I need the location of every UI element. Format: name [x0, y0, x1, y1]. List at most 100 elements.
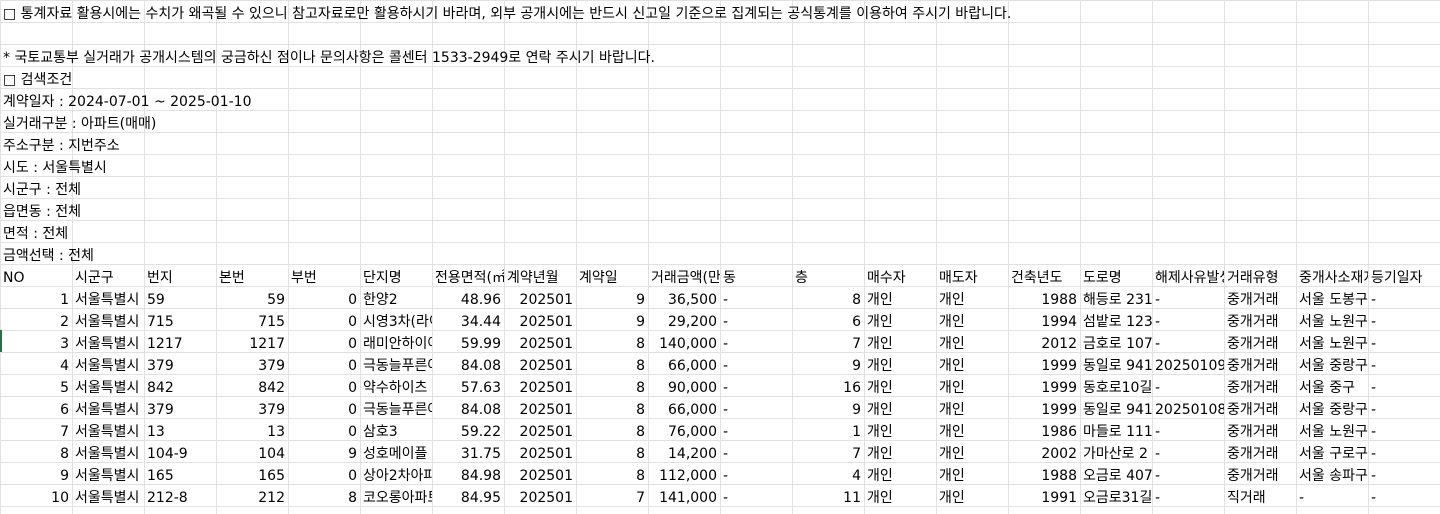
cell-deal-type[interactable]: 중개거래 — [1224, 333, 1296, 355]
cell-bubun[interactable]: 0 — [288, 355, 360, 377]
cell-floor[interactable]: 4 — [792, 465, 864, 487]
cell-complex[interactable]: 한양2 — [360, 289, 432, 311]
cell-cancel-date[interactable]: - — [1152, 311, 1224, 333]
cell-deal-type[interactable]: 중개거래 — [1224, 465, 1296, 487]
notice-line-2[interactable]: * 국토교통부 실거래가 공개시스템의 궁금하신 점이나 문의사항은 콜센터 1… — [0, 47, 658, 69]
cell-seller[interactable]: 개인 — [936, 487, 1008, 509]
cell-buyer[interactable]: 개인 — [864, 333, 936, 355]
cell-floor[interactable]: 9 — [792, 399, 864, 421]
cell-price[interactable]: 66,000 — [648, 355, 720, 377]
cell-build-year[interactable]: 1988 — [1008, 465, 1080, 487]
cell-cancel-date[interactable]: - — [1152, 487, 1224, 509]
cell-sigungu[interactable]: 서울특별시 송파구 — [72, 465, 144, 487]
cell-registration-date[interactable]: - — [1368, 487, 1440, 509]
condition-amount[interactable]: 금액선택 : 전체 — [0, 245, 97, 267]
cell-price[interactable]: 29,200 — [648, 311, 720, 333]
cell-no[interactable]: 1 — [0, 289, 72, 311]
cell-road[interactable]: 동일로 941 — [1080, 399, 1152, 421]
cell-floor[interactable]: 7 — [792, 333, 864, 355]
cell-cancel-date[interactable]: - — [1152, 443, 1224, 465]
cell-registration-date[interactable]: - — [1368, 311, 1440, 333]
cell-build-year[interactable]: 1999 — [1008, 399, 1080, 421]
cell-area[interactable]: 84.08 — [432, 399, 504, 421]
header-agent-location[interactable]: 중개사소재지 — [1296, 267, 1368, 289]
cell-bonbun[interactable]: 165 — [216, 465, 288, 487]
header-dong[interactable]: 동 — [720, 267, 792, 289]
cell-bonbun[interactable]: 13 — [216, 421, 288, 443]
cell-floor[interactable]: 1 — [792, 421, 864, 443]
cell-agent-location[interactable]: 서울 중구 — [1296, 377, 1368, 399]
cell-agent-location[interactable]: 서울 구로구 — [1296, 443, 1368, 465]
cell-area[interactable]: 84.98 — [432, 465, 504, 487]
cell-agent-location[interactable]: 서울 노원구 — [1296, 421, 1368, 443]
cell-road[interactable]: 가마산로 2 — [1080, 443, 1152, 465]
cell-bubun[interactable]: 0 — [288, 377, 360, 399]
header-seller[interactable]: 매도자 — [936, 267, 1008, 289]
cell-complex[interactable]: 극동늘푸른아파트 — [360, 355, 432, 377]
condition-deal-type[interactable]: 실거래구분 : 아파트(매매) — [0, 113, 159, 135]
conditions-title[interactable]: □ 검색조건 — [0, 69, 75, 91]
cell-contract-day[interactable]: 8 — [576, 443, 648, 465]
cell-agent-location[interactable]: - — [1296, 487, 1368, 509]
cell-price[interactable]: 141,000 — [648, 487, 720, 509]
cell-floor[interactable]: 11 — [792, 487, 864, 509]
cell-price[interactable]: 112,000 — [648, 465, 720, 487]
cell-deal-type[interactable]: 중개거래 — [1224, 377, 1296, 399]
cell-bonbun[interactable]: 379 — [216, 399, 288, 421]
cell-area[interactable]: 34.44 — [432, 311, 504, 333]
cell-road[interactable]: 섬밭로 123 — [1080, 311, 1152, 333]
cell-seller[interactable]: 개인 — [936, 399, 1008, 421]
cell-no[interactable]: 9 — [0, 465, 72, 487]
condition-contract-date[interactable]: 계약일자 : 2024-07-01 ~ 2025-01-10 — [0, 91, 255, 113]
cell-build-year[interactable]: 2012 — [1008, 333, 1080, 355]
cell-buyer[interactable]: 개인 — [864, 399, 936, 421]
cell-complex[interactable]: 시영3차(라이프) — [360, 311, 432, 333]
cell-road[interactable]: 오금로 407 — [1080, 465, 1152, 487]
cell-registration-date[interactable]: - — [1368, 443, 1440, 465]
cell-sigungu[interactable]: 서울특별시 노원구 — [72, 333, 144, 355]
cell-bonbun[interactable]: 1217 — [216, 333, 288, 355]
cell-contract-day[interactable]: 8 — [576, 399, 648, 421]
cell-seller[interactable]: 개인 — [936, 311, 1008, 333]
cell-deal-type[interactable]: 중개거래 — [1224, 443, 1296, 465]
cell-registration-date[interactable]: - — [1368, 355, 1440, 377]
cell-dong[interactable]: - — [720, 465, 792, 487]
cell-dong[interactable]: - — [720, 311, 792, 333]
cell-build-year[interactable]: 1988 — [1008, 289, 1080, 311]
cell-price[interactable]: 76,000 — [648, 421, 720, 443]
cell-sigungu[interactable]: 서울특별시 중랑구 — [72, 355, 144, 377]
cell-bunji[interactable]: 212-8 — [144, 487, 216, 509]
cell-area[interactable]: 31.75 — [432, 443, 504, 465]
cell-bunji[interactable]: 715 — [144, 311, 216, 333]
cell-seller[interactable]: 개인 — [936, 333, 1008, 355]
cell-floor[interactable]: 7 — [792, 443, 864, 465]
cell-seller[interactable]: 개인 — [936, 355, 1008, 377]
cell-complex[interactable]: 약수하이츠 — [360, 377, 432, 399]
cell-complex[interactable]: 코오롱아파트 — [360, 487, 432, 509]
cell-road[interactable]: 해등로 231 — [1080, 289, 1152, 311]
header-deal-type[interactable]: 거래유형 — [1224, 267, 1296, 289]
cell-dong[interactable]: - — [720, 487, 792, 509]
cell-sigungu[interactable]: 서울특별시 노원구 — [72, 421, 144, 443]
cell-cancel-date[interactable]: - — [1152, 465, 1224, 487]
cell-registration-date[interactable]: - — [1368, 333, 1440, 355]
cell-cancel-date[interactable]: 20250109 — [1152, 355, 1224, 377]
cell-build-year[interactable]: 1991 — [1008, 487, 1080, 509]
cell-bonbun[interactable]: 715 — [216, 311, 288, 333]
cell-area[interactable]: 48.96 — [432, 289, 504, 311]
cell-agent-location[interactable]: 서울 중랑구 — [1296, 399, 1368, 421]
cell-buyer[interactable]: 개인 — [864, 311, 936, 333]
cell-bonbun[interactable]: 842 — [216, 377, 288, 399]
header-bunji[interactable]: 번지 — [144, 267, 216, 289]
cell-dong[interactable]: - — [720, 333, 792, 355]
cell-build-year[interactable]: 2002 — [1008, 443, 1080, 465]
cell-complex[interactable]: 극동늘푸른아파트 — [360, 399, 432, 421]
cell-complex[interactable]: 삼호3 — [360, 421, 432, 443]
cell-deal-type[interactable]: 직거래 — [1224, 487, 1296, 509]
header-road[interactable]: 도로명 — [1080, 267, 1152, 289]
cell-price[interactable]: 90,000 — [648, 377, 720, 399]
cell-agent-location[interactable]: 서울 중랑구 — [1296, 355, 1368, 377]
cell-buyer[interactable]: 개인 — [864, 465, 936, 487]
cell-seller[interactable]: 개인 — [936, 443, 1008, 465]
cell-sigungu[interactable]: 서울특별시 중구 — [72, 377, 144, 399]
